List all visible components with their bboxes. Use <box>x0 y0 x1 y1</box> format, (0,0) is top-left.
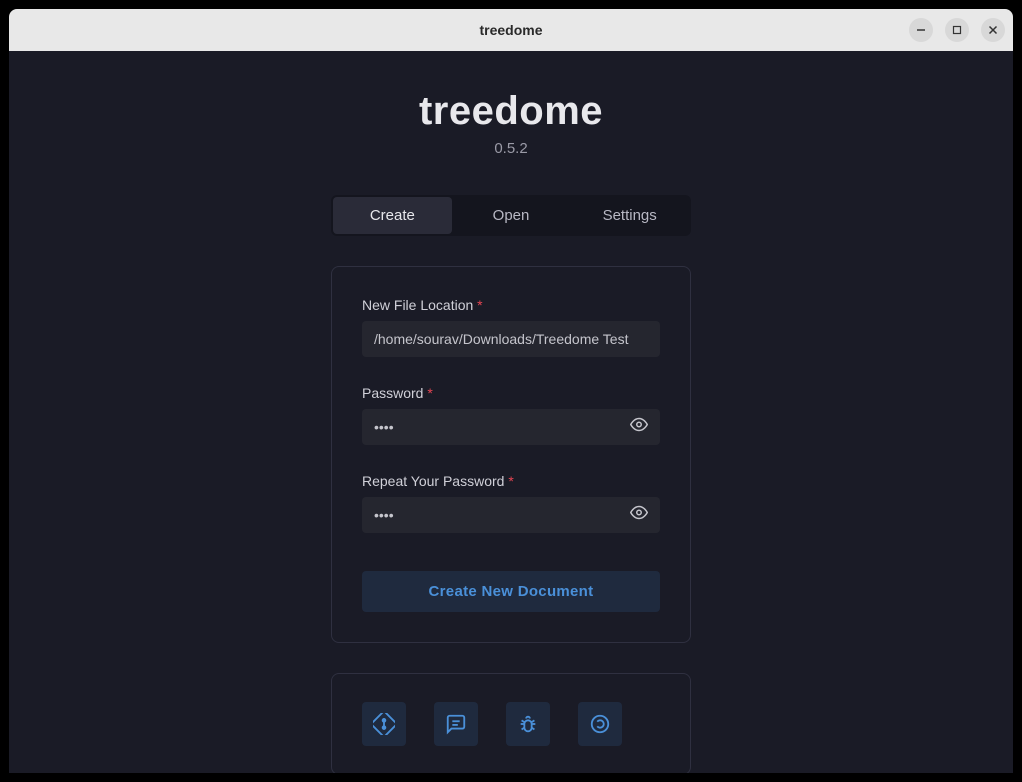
window-title: treedome <box>479 22 542 38</box>
repeat-password-input[interactable] <box>362 497 660 533</box>
minimize-icon <box>916 25 926 35</box>
password-label: Password * <box>362 385 660 401</box>
required-mark: * <box>477 297 482 313</box>
repeat-password-visibility-toggle[interactable] <box>630 504 648 527</box>
file-location-input[interactable] <box>362 321 660 357</box>
repeat-password-label: Repeat Your Password * <box>362 473 660 489</box>
git-link-button[interactable] <box>362 702 406 746</box>
create-document-button[interactable]: Create New Document <box>362 571 660 612</box>
maximize-icon <box>952 25 962 35</box>
tabs: Create Open Settings <box>331 195 691 236</box>
minimize-button[interactable] <box>909 18 933 42</box>
required-mark: * <box>508 473 513 489</box>
password-input[interactable] <box>362 409 660 445</box>
file-location-label: New File Location * <box>362 297 660 313</box>
license-link-button[interactable] <box>578 702 622 746</box>
chat-icon <box>445 713 467 735</box>
bug-link-button[interactable] <box>506 702 550 746</box>
tab-create[interactable]: Create <box>333 197 452 234</box>
content-area: treedome 0.5.2 Create Open Settings New … <box>9 51 1013 773</box>
copyleft-icon <box>589 713 611 735</box>
required-mark: * <box>427 385 432 401</box>
footer-links <box>331 673 691 773</box>
tab-open[interactable]: Open <box>452 197 571 234</box>
close-icon <box>988 25 998 35</box>
eye-icon <box>630 416 648 434</box>
chat-link-button[interactable] <box>434 702 478 746</box>
tab-settings[interactable]: Settings <box>570 197 689 234</box>
app-title: treedome <box>419 89 603 134</box>
password-visibility-toggle[interactable] <box>630 416 648 439</box>
bug-icon <box>517 713 539 735</box>
git-icon <box>373 713 395 735</box>
close-button[interactable] <box>981 18 1005 42</box>
app-version: 0.5.2 <box>494 140 527 157</box>
eye-icon <box>630 504 648 522</box>
create-form: New File Location * Password * <box>331 266 691 643</box>
titlebar: treedome <box>9 9 1013 51</box>
maximize-button[interactable] <box>945 18 969 42</box>
